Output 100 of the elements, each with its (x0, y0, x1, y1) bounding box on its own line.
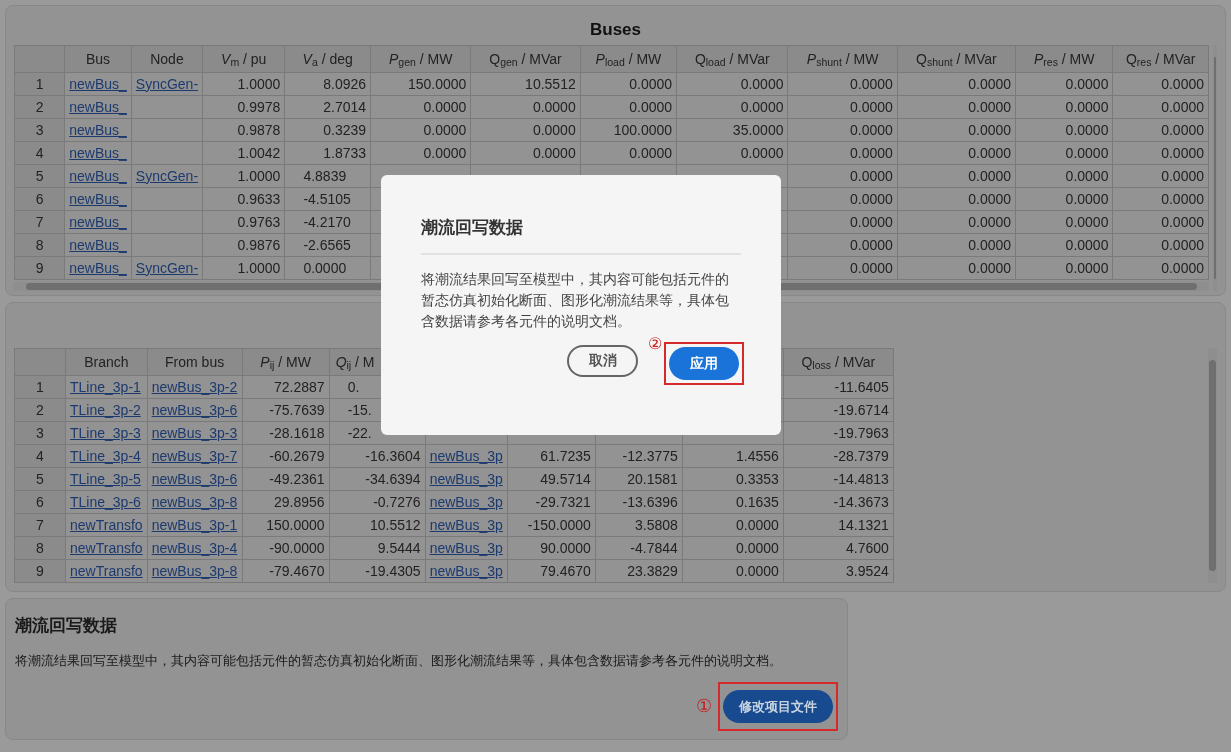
table-cell: 0.0000 (849, 190, 893, 207)
table-cell: 0.0000 (740, 75, 784, 92)
table-cell: 0.0000 (968, 190, 1012, 207)
table-cell: 0.0000 (740, 144, 784, 161)
table-cell: 0.0000 (1161, 190, 1204, 207)
table-cell: -75.7639 (269, 401, 325, 418)
table-cell: -2.6565 (303, 236, 351, 253)
row-number: 3 (35, 121, 44, 138)
row-number: 9 (35, 259, 44, 276)
table-cell: -19.6714 (833, 401, 889, 418)
description-text: 将潮流结果回写至模型中，其内容可能包括元件的暂态仿真初始化断面、图形化潮流结果等，具体包含数据请参考各元件的说明文档。 (15, 651, 783, 670)
table-cell: 0.0000 (1161, 259, 1204, 276)
column-header: P$_{ij}$ / MW (260, 353, 311, 370)
row-number: 8 (36, 539, 44, 556)
table-cell: 0.1635 (735, 493, 779, 510)
table-cell: 0.0000 (1065, 236, 1109, 253)
row-number: 4 (35, 144, 44, 161)
table-cell: 0.0000 (735, 539, 779, 556)
table-cell: 0.0000 (1161, 167, 1204, 184)
table-cell: -28.7379 (833, 447, 889, 464)
table-cell: 9.5444 (377, 539, 421, 556)
column-header: Bus (85, 50, 111, 67)
table-cell: 0.0000 (968, 75, 1012, 92)
table-cell: 49.5714 (540, 470, 591, 487)
row-number: 1 (36, 378, 44, 395)
row-number: 5 (36, 470, 44, 487)
column-header: V$_{m}$ / pu (221, 50, 267, 67)
column-header: P$_{res}$ / MW (1034, 50, 1095, 67)
table-cell: 0.9978 (237, 98, 281, 115)
table-cell: 0.0000 (532, 98, 576, 115)
table-cell: 90.0000 (540, 539, 591, 556)
panel-title: Buses (589, 19, 642, 41)
table-cell: 0.0000 (423, 121, 467, 138)
table-cell: 0.0000 (532, 144, 576, 161)
column-header: Q$_{loss}$ / MVar (801, 353, 876, 370)
table-cell: 1.0000 (237, 259, 281, 276)
table-cell: -60.2679 (269, 447, 325, 464)
dialog-text: 将潮流结果回写至模型中，其内容可能包括元件的暂态仿真初始化断面、图形化潮流结果等，具体包含数据请参考各元件的说明文档。 (421, 269, 730, 331)
table-cell: 0.0000 (849, 144, 893, 161)
table-cell: 0.0000 (1065, 213, 1109, 230)
row-number: 7 (36, 516, 44, 533)
table-cell: -79.4670 (269, 562, 325, 579)
table-cell: 1.0042 (237, 144, 281, 161)
table-cell: 0.0000 (629, 144, 673, 161)
table-cell: 0.0000 (849, 259, 893, 276)
table-cell: 0.0000 (735, 516, 779, 533)
table-cell: 2.7014 (323, 98, 367, 115)
table-cell: 0.9763 (237, 213, 281, 230)
table-cell: 0.0000 (968, 144, 1012, 161)
row-number: 8 (35, 236, 44, 253)
table-cell: 0.0000 (1065, 259, 1109, 276)
table-cell: -150.0000 (527, 516, 591, 533)
table-cell: 0.0000 (968, 259, 1012, 276)
row-number: 6 (35, 190, 44, 207)
panel-title: 潮流回写数据 (15, 615, 118, 637)
row-number: 2 (36, 401, 44, 418)
table-cell: -4.5105 (303, 190, 351, 207)
row-number: 2 (35, 98, 44, 115)
table-cell: -29.7321 (535, 493, 591, 510)
table-cell: 0.0000 (423, 144, 467, 161)
table-cell: 0.3353 (735, 470, 779, 487)
row-number: 5 (35, 167, 44, 184)
table-cell: -11.6405 (834, 378, 889, 395)
table-cell: 10.5512 (525, 75, 576, 92)
table-cell: -19.4305 (365, 562, 421, 579)
table-cell: -13.6396 (622, 493, 678, 510)
table-cell: -4.2170 (303, 213, 351, 230)
table-cell: 0.0000 (1161, 98, 1204, 115)
row-number: 6 (36, 493, 44, 510)
table-cell: 0.0000 (849, 213, 893, 230)
column-header: Q$_{gen}$ / MVar (489, 50, 562, 67)
column-header: Q$_{res}$ / MVar (1125, 50, 1196, 67)
table-cell: 0.3239 (323, 121, 367, 138)
table-cell: 0.0000 (968, 213, 1012, 230)
table-cell: 4.8839 (303, 167, 347, 184)
column-header: P$_{gen}$ / MW (389, 50, 453, 67)
row-number: 9 (36, 562, 44, 579)
column-header: Q$_{ij}$ / M (335, 353, 375, 370)
table-cell: -12.3775 (622, 447, 678, 464)
table-cell: 0.9878 (237, 121, 281, 138)
table-cell: 10.5512 (370, 516, 421, 533)
table-cell: 0.0000 (1161, 144, 1204, 161)
table-cell: 150.0000 (266, 516, 325, 533)
table-cell: -28.1618 (269, 424, 325, 441)
table-cell: 0.0000 (968, 121, 1012, 138)
table-cell: 0.0000 (849, 167, 893, 184)
table-cell: 1.0000 (237, 167, 281, 184)
row-number: 1 (35, 75, 44, 92)
table-cell: 3.9524 (845, 562, 889, 579)
table-cell: 3.5808 (634, 516, 678, 533)
table-cell: 0.0000 (1161, 213, 1204, 230)
dialog-title: 潮流回写数据 (421, 217, 524, 239)
column-header: Node (150, 50, 184, 67)
row-number: 7 (35, 213, 44, 230)
table-cell: 0.0000 (1065, 75, 1109, 92)
table-cell: -14.4813 (833, 470, 889, 487)
column-header: Q$_{load}$ / MVar (694, 50, 770, 67)
row-number: 4 (36, 447, 44, 464)
table-cell: 61.7235 (540, 447, 591, 464)
column-header: V$_{a}$ / deg (302, 50, 353, 67)
